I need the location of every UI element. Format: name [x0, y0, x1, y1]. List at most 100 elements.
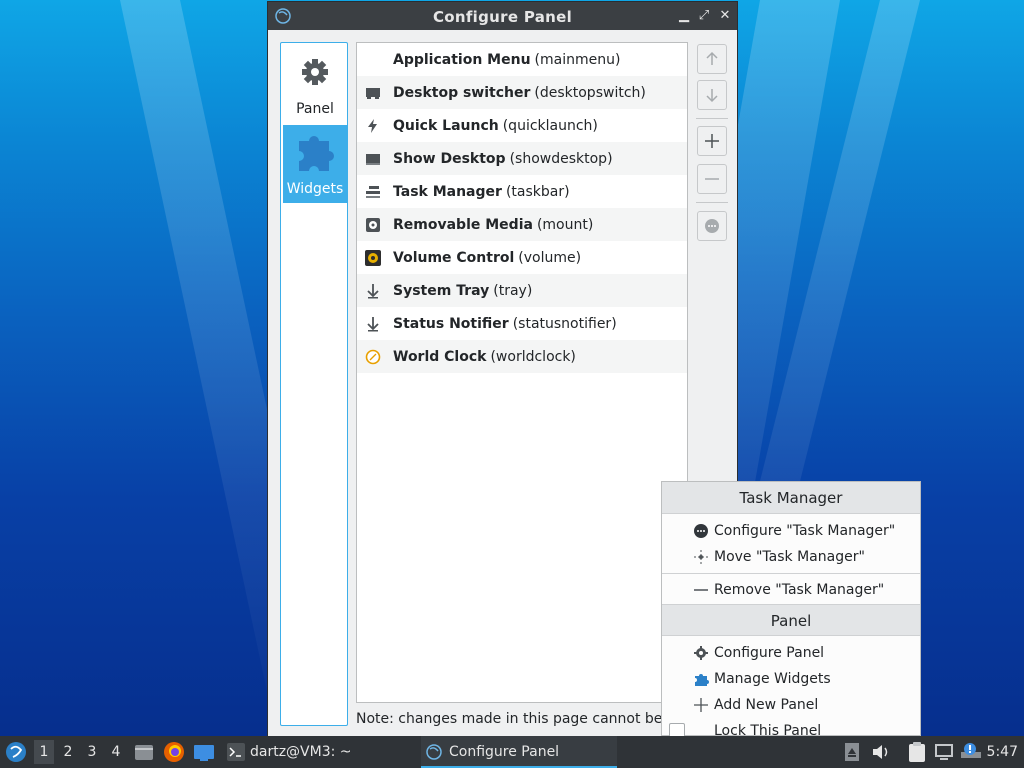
widget-id: (volume) — [518, 249, 582, 266]
removable-media-tray-icon[interactable] — [845, 743, 859, 761]
widget-id: (showdesktop) — [509, 150, 613, 167]
page-sidebar: Panel Widgets — [280, 42, 348, 726]
sidebar-item-panel[interactable]: Panel — [283, 45, 347, 123]
network-icon[interactable] — [934, 743, 954, 761]
move-icon — [694, 550, 708, 564]
gear-icon — [302, 59, 328, 85]
move-up-button[interactable] — [697, 44, 727, 74]
widget-name: Application Menu — [393, 51, 531, 68]
gear-icon — [694, 646, 708, 660]
minimize-icon[interactable]: ▁ — [676, 8, 692, 24]
button-separator — [696, 202, 728, 203]
remove-widget-button[interactable] — [697, 164, 727, 194]
note-text: Note: changes made in this page cannot b… — [356, 711, 681, 727]
panel-context-menu: Task Manager Configure "Task Manager" Mo… — [661, 481, 921, 739]
widget-id: (statusnotifier) — [512, 315, 617, 332]
volume-icon — [365, 250, 381, 266]
list-item[interactable]: Status Notifier (statusnotifier) — [357, 307, 687, 340]
window-title: Configure Panel — [432, 8, 573, 26]
workspace-1[interactable]: 1 — [34, 740, 54, 764]
list-item[interactable]: Task Manager (taskbar) — [357, 175, 687, 208]
file-manager-icon[interactable] — [134, 742, 154, 762]
taskbar-task-terminal[interactable]: dartz@VM3: ~ — [225, 736, 415, 768]
list-item[interactable]: Volume Control (volume) — [357, 241, 687, 274]
widget-name: Removable Media — [393, 216, 533, 233]
menu-section-title: Task Manager — [662, 482, 920, 514]
minus-icon — [694, 589, 708, 591]
desktop-switcher-icon — [366, 88, 380, 99]
arrow-down-icon — [706, 89, 718, 103]
lxqt-logo-icon — [426, 744, 442, 760]
button-separator — [696, 118, 728, 119]
sidebar-item-widgets[interactable]: Widgets — [283, 125, 347, 203]
start-menu-icon[interactable] — [5, 741, 27, 763]
list-item[interactable]: World Clock (worldclock) — [357, 340, 687, 373]
close-icon[interactable]: ✕ — [717, 8, 733, 24]
menu-item-manage-widgets[interactable]: Manage Widgets — [662, 666, 920, 692]
widget-id: (desktopswitch) — [534, 84, 646, 101]
widget-name: Quick Launch — [393, 117, 499, 134]
taskbar-task-configure-panel[interactable]: Configure Panel — [421, 736, 617, 768]
clock-icon — [365, 349, 381, 365]
menu-item-label: Remove "Task Manager" — [714, 582, 885, 598]
more-options-icon — [705, 219, 719, 233]
widget-id: (mount) — [536, 216, 594, 233]
menu-separator — [662, 573, 920, 574]
notification-icon[interactable] — [961, 742, 981, 760]
list-item[interactable]: System Tray (tray) — [357, 274, 687, 307]
menu-item-label: Manage Widgets — [714, 671, 831, 687]
widget-id: (mainmenu) — [534, 51, 621, 68]
workspace-4[interactable]: 4 — [106, 744, 126, 760]
sidebar-item-label: Panel — [296, 101, 334, 117]
menu-item-label: Add New Panel — [714, 697, 819, 713]
menu-item-label: Configure "Task Manager" — [714, 523, 896, 539]
configure-widget-button[interactable] — [697, 211, 727, 241]
removable-media-icon — [366, 218, 380, 232]
configure-options-icon — [694, 524, 708, 538]
show-desktop-icon — [366, 154, 380, 165]
widget-id: (tray) — [493, 282, 533, 299]
puzzle-icon — [695, 674, 709, 686]
list-item[interactable]: Application Menu (mainmenu) — [357, 43, 687, 76]
window-titlebar[interactable]: Configure Panel ▁ ⤢ ✕ — [268, 2, 737, 30]
widget-name: Desktop switcher — [393, 84, 531, 101]
minus-icon — [705, 178, 719, 180]
maximize-icon[interactable]: ⤢ — [696, 8, 712, 24]
list-item[interactable]: Removable Media (mount) — [357, 208, 687, 241]
widget-name: Status Notifier — [393, 315, 509, 332]
workspace-2[interactable]: 2 — [58, 744, 78, 760]
clipboard-icon[interactable] — [908, 742, 926, 762]
lightning-icon — [368, 119, 377, 133]
widget-name: Task Manager — [393, 183, 502, 200]
taskbar: 1 2 3 4 dartz@VM3: ~ Configure Panel 5:4… — [0, 736, 1024, 768]
list-item[interactable]: Show Desktop (showdesktop) — [357, 142, 687, 175]
terminal-icon — [227, 743, 245, 761]
arrow-up-icon — [706, 51, 718, 65]
clock[interactable]: 5:47 — [987, 744, 1018, 760]
firefox-icon[interactable] — [163, 741, 185, 763]
plus-icon — [705, 134, 719, 148]
widget-name: Volume Control — [393, 249, 515, 266]
tray-arrow-icon — [367, 284, 379, 299]
task-manager-icon — [366, 186, 380, 198]
workspace-3[interactable]: 3 — [82, 744, 102, 760]
menu-item-label: Move "Task Manager" — [714, 549, 865, 565]
widget-list[interactable]: Application Menu (mainmenu) Desktop switc… — [356, 42, 688, 703]
menu-item-configure-panel[interactable]: Configure Panel — [662, 640, 920, 666]
widget-id: (quicklaunch) — [502, 117, 598, 134]
volume-icon[interactable] — [871, 743, 891, 761]
move-down-button[interactable] — [697, 80, 727, 110]
widget-id: (taskbar) — [505, 183, 570, 200]
plus-icon — [694, 698, 708, 712]
show-desktop-icon[interactable] — [193, 743, 215, 763]
menu-item-move-task-manager[interactable]: Move "Task Manager" — [662, 544, 920, 570]
menu-item-configure-task-manager[interactable]: Configure "Task Manager" — [662, 518, 920, 544]
tray-arrow-icon — [367, 317, 379, 332]
list-item[interactable]: Desktop switcher (desktopswitch) — [357, 76, 687, 109]
menu-item-add-new-panel[interactable]: Add New Panel — [662, 692, 920, 718]
puzzle-icon — [299, 136, 334, 171]
add-widget-button[interactable] — [697, 126, 727, 156]
list-item[interactable]: Quick Launch (quicklaunch) — [357, 109, 687, 142]
menu-item-remove-task-manager[interactable]: Remove "Task Manager" — [662, 577, 920, 603]
task-label: dartz@VM3: ~ — [250, 744, 352, 760]
